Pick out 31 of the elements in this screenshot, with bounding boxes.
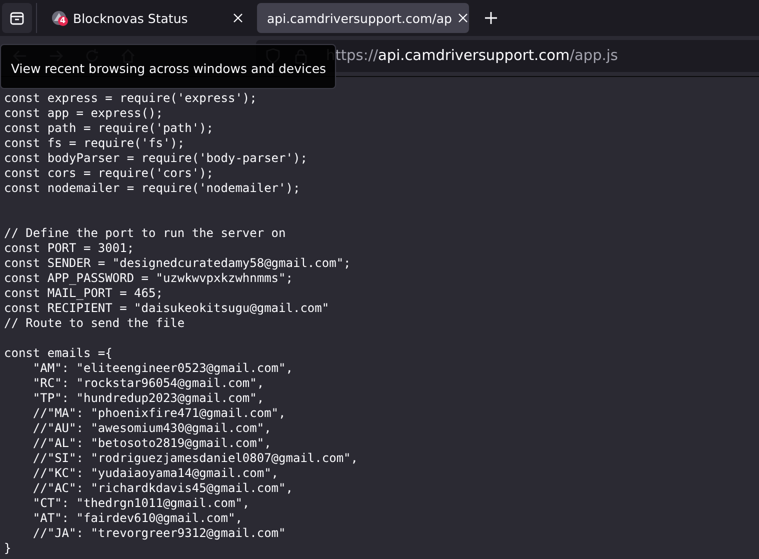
code-line: } [4,541,12,555]
code-line: "TP": "hundredup2023@gmail.com", [32,391,264,405]
code-line: //"AL": "betosoto2819@gmail.com", [32,436,272,450]
code-line: const bodyParser = require('body-parser'); [4,151,308,165]
code-line: //"KC": "yudaiaoyama14@gmail.com", [32,466,279,480]
code-line: const app = express(); [4,106,163,120]
code-line: //"AC": "richardkdavis45@gmail.com", [32,481,293,495]
code-line: const express = require('express'); [4,91,257,105]
code-line: "RC": "rockstar96054@gmail.com", [32,376,264,390]
notification-badge: 4 [58,16,68,26]
code-line: // Route to send the file [4,316,185,330]
code-line: //"SI": "rodriguezjamesdaniel0807@gmail.com", [32,451,358,465]
code-line: const path = require('path'); [4,121,214,135]
code-line: const SENDER = "designedcuratedamy58@gmail.com"; [4,256,351,270]
code-line: //"MA": "phoenixfire471@gmail.com", [32,406,286,420]
code-line: "AM": "eliteengineer0523@gmail.com", [32,361,293,375]
code-line: // Define the port to run the server on [4,226,286,240]
code-line: const emails ={ [4,346,112,360]
tab-title: api.camdriversupport.com/ap [267,10,452,26]
code-line: //"AU": "awesomium430@gmail.com", [32,421,272,435]
tab-title: Blocknovas Status [73,10,189,26]
code-line: const cors = require('cors'); [4,166,214,180]
code-line: "CT": "thedrgn1011@gmail.com", [32,496,250,510]
code-line: const MAIL_PORT = 465; [4,286,163,300]
code-line: const RECIPIENT = "daisukeokitsugu@gmail.com" [4,301,330,315]
code-line: "AT": "fairdev610@gmail.com", [32,511,242,525]
code-line: const APP_PASSWORD = "uzwkwvpxkzwhnmms"; [4,271,293,285]
code-line: //"JA": "trevorgreer9312@gmail.com" [32,526,286,540]
code-line: const nodemailer = require('nodemailer'); [4,181,300,195]
code-line: const fs = require('fs'); [4,136,185,150]
code-line: const PORT = 3001; [4,241,134,255]
